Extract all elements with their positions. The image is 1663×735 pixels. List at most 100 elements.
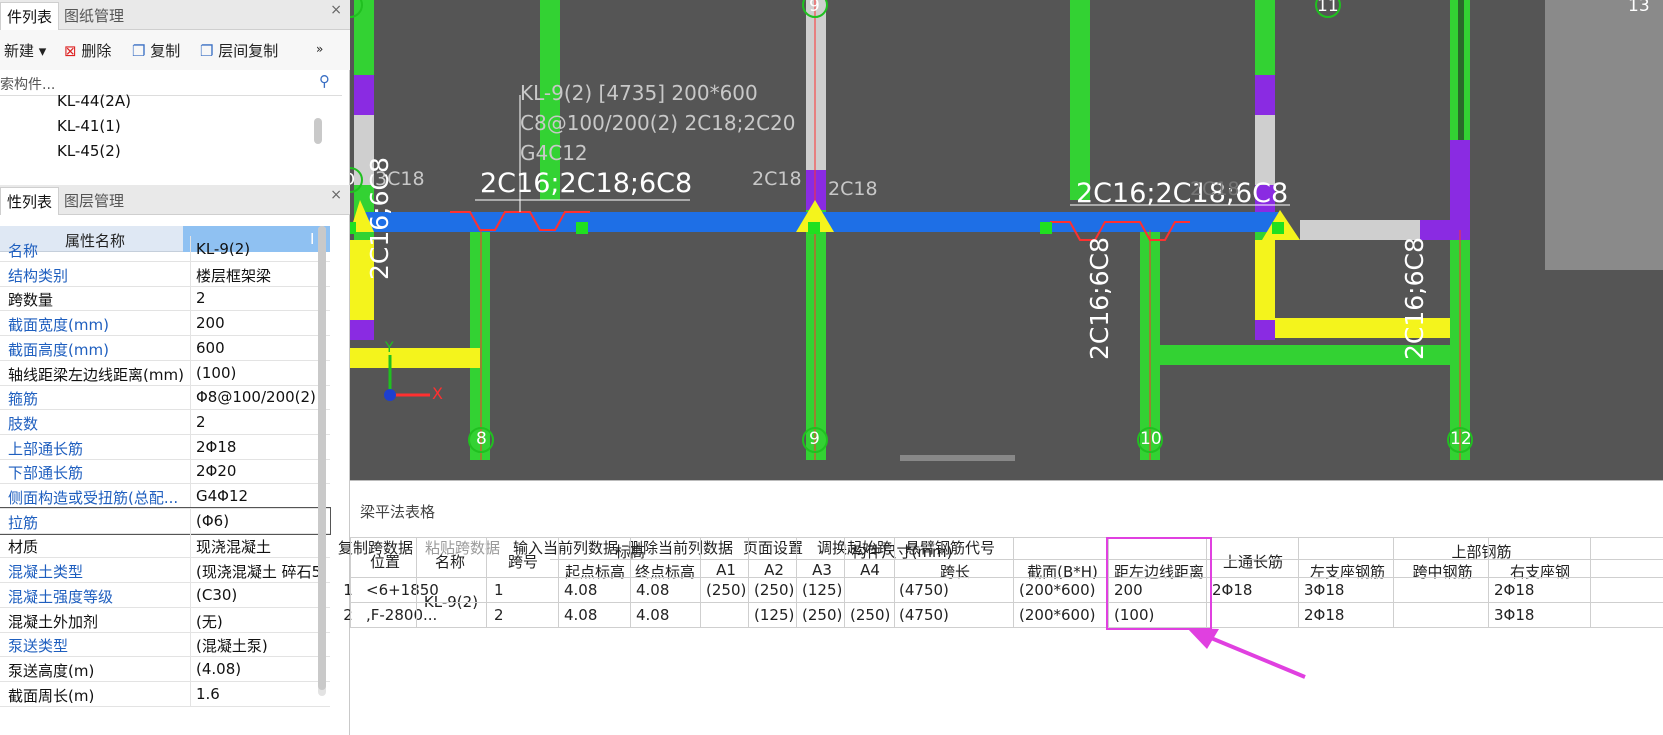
property-value[interactable]: 1.6 xyxy=(196,685,220,703)
property-row[interactable]: 箍筋 Φ8@100/200(2) xyxy=(0,384,330,411)
property-name: 截面高度(mm) xyxy=(8,340,109,359)
property-row[interactable]: 材质 现浇混凝土 xyxy=(0,532,330,559)
property-scrollbar[interactable] xyxy=(318,226,326,690)
cell-len[interactable]: (4750) xyxy=(895,581,1015,599)
cell-a2[interactable]: (250) xyxy=(750,581,798,599)
property-row[interactable]: 泵送类型 (混凝土泵) xyxy=(0,631,330,658)
col-header-position: 位置 xyxy=(369,553,400,571)
row-index[interactable]: 1 xyxy=(338,581,358,599)
property-row[interactable]: 名称 KL-9(2) xyxy=(0,236,330,262)
property-row[interactable]: 下部通长筋 2Φ20 xyxy=(0,458,330,485)
cell-a4[interactable]: (250) xyxy=(846,606,894,624)
search-input[interactable]: 索构件... ⚲ xyxy=(0,70,342,96)
property-value[interactable]: Φ8@100/200(2) xyxy=(196,388,316,406)
beam-annotation: KL-9(2) [4735] 200*600 C8@100/200(2) 2C1… xyxy=(520,81,796,165)
cell-len[interactable]: (4750) xyxy=(895,606,1015,624)
list-item[interactable]: KL-45(2) xyxy=(57,142,121,160)
property-value[interactable]: (Φ6) xyxy=(196,512,229,530)
property-value[interactable]: 楼层框架梁 xyxy=(196,265,271,286)
cell-lsup[interactable]: 3Φ18 xyxy=(1300,581,1395,599)
cell-a3[interactable]: (125) xyxy=(798,581,846,599)
cell-start[interactable]: 4.08 xyxy=(560,606,630,624)
cell-position[interactable]: <6+1850 xyxy=(362,581,439,599)
rebar-label-top-2: 2C16;2C18;6C8 xyxy=(1076,178,1289,209)
property-row[interactable]: 上部通长筋 2Φ18 xyxy=(0,433,330,460)
tab-property-list[interactable]: 性列表 xyxy=(0,187,60,215)
col-header-right-support: 右支座钢 xyxy=(1509,563,1570,581)
property-row[interactable]: 肢数 2 xyxy=(0,408,330,435)
property-row[interactable]: 截面高度(mm) 600 xyxy=(0,334,330,361)
cell-through[interactable]: 2Φ18 xyxy=(1208,581,1298,599)
cell-position[interactable]: ,F-2800... xyxy=(362,606,437,624)
cell-rsup[interactable]: 3Φ18 xyxy=(1490,606,1590,624)
list-item[interactable]: KL-41(1) xyxy=(57,117,121,135)
tab-component-list[interactable]: 件列表 xyxy=(0,2,60,30)
property-value[interactable]: 200 xyxy=(196,314,225,332)
property-value[interactable]: G4Φ12 xyxy=(196,487,248,505)
cell-end[interactable]: 4.08 xyxy=(632,581,702,599)
axis-label-12: 12 xyxy=(1450,429,1472,449)
drawing-canvas[interactable]: E 9 11 13 D 8 9 10 12 KL-9(2) [4735] 200… xyxy=(350,0,1663,480)
tab-drawing-management[interactable]: 图纸管理 xyxy=(58,2,130,30)
property-row[interactable]: 截面宽度(mm) 200 xyxy=(0,310,330,337)
property-value[interactable]: (现浇混凝土 碎石5 xyxy=(196,561,321,582)
property-row[interactable]: 侧面构造或受扭筋(总配... G4Φ12 xyxy=(0,483,330,509)
list-item[interactable]: KL-44(2A) xyxy=(57,92,131,110)
cell-a2[interactable]: (125) xyxy=(750,606,798,624)
property-row[interactable]: 结构类别 楼层框架梁 xyxy=(0,260,330,287)
property-row[interactable]: 轴线距梁左边线距离(mm) (100) xyxy=(0,359,330,386)
property-row[interactable]: 混凝土类型 (现浇混凝土 碎石5 xyxy=(0,557,330,584)
new-button[interactable]: 新建 ▾ xyxy=(4,40,46,61)
property-value[interactable]: (4.08) xyxy=(196,660,241,678)
cell-rsup[interactable]: 2Φ18 xyxy=(1490,581,1590,599)
property-row[interactable]: 拉筋 (Φ6) xyxy=(0,506,331,535)
property-name: 结构类别 xyxy=(8,266,69,285)
axis-label-9-bottom: 9 xyxy=(809,429,820,449)
row-index[interactable]: 2 xyxy=(338,606,358,624)
delete-button[interactable]: ⊠ 删除 xyxy=(64,40,111,61)
floor-copy-button[interactable]: ❐ 层间复制 xyxy=(200,40,278,61)
cell-section[interactable]: (200*600) xyxy=(1015,606,1110,624)
property-row[interactable]: 截面周长(m) 1.6 xyxy=(0,680,330,707)
cell-a3[interactable]: (250) xyxy=(798,606,846,624)
property-row[interactable]: 泵送高度(m) (4.08) xyxy=(0,655,330,682)
property-value[interactable]: 2 xyxy=(196,413,206,431)
property-value[interactable]: 2Φ20 xyxy=(196,462,236,480)
cell-span[interactable]: 1 xyxy=(490,581,560,599)
close-icon[interactable]: × xyxy=(330,187,342,203)
property-name: 侧面构造或受扭筋(总配... xyxy=(8,489,179,507)
more-button[interactable]: » xyxy=(316,42,323,56)
tab-layer-management[interactable]: 图层管理 xyxy=(58,187,130,215)
axis-label-11: 11 xyxy=(1317,0,1339,16)
property-value[interactable]: KL-9(2) xyxy=(196,240,250,258)
property-row[interactable]: 跨数量 2 xyxy=(0,285,330,312)
component-scrollbar[interactable] xyxy=(314,118,322,144)
property-value[interactable]: 600 xyxy=(196,339,225,357)
property-value[interactable]: (无) xyxy=(196,611,223,632)
property-row[interactable]: 混凝土强度等级 (C30) xyxy=(0,581,330,608)
search-icon[interactable]: ⚲ xyxy=(319,72,330,90)
property-row[interactable]: 混凝土外加剂 (无) xyxy=(0,606,330,633)
copy-icon: ❐ xyxy=(132,42,146,60)
property-value[interactable]: 2Φ18 xyxy=(196,438,236,456)
cell-a1[interactable]: (250) xyxy=(702,581,750,599)
cell-span[interactable]: 2 xyxy=(490,606,560,624)
copy-button[interactable]: ❐ 复制 xyxy=(132,40,180,61)
property-value[interactable]: 2 xyxy=(196,289,206,307)
panel-title: 梁平法表格 xyxy=(360,503,436,521)
component-toolbar: 新建 ▾ ⊠ 删除 ❐ 复制 ❐ 层间复制 » xyxy=(0,30,350,70)
property-name: 材质 xyxy=(8,538,39,557)
property-value[interactable]: 现浇混凝土 xyxy=(196,536,271,557)
property-value[interactable]: (混凝土泵) xyxy=(196,635,268,656)
col-header-name: 名称 xyxy=(434,553,465,571)
property-value[interactable]: (C30) xyxy=(196,586,237,604)
property-name: 拉筋 xyxy=(8,513,39,532)
close-icon[interactable]: × xyxy=(330,2,342,18)
cell-section[interactable]: (200*600) xyxy=(1015,581,1110,599)
cell-lsup[interactable]: 2Φ18 xyxy=(1300,606,1395,624)
property-name: 截面宽度(mm) xyxy=(8,316,109,335)
cell-end[interactable]: 4.08 xyxy=(632,606,702,624)
property-value[interactable]: (100) xyxy=(196,364,236,382)
cell-start[interactable]: 4.08 xyxy=(560,581,630,599)
component-list-tabbar: 件列表 图纸管理 × xyxy=(0,0,350,30)
